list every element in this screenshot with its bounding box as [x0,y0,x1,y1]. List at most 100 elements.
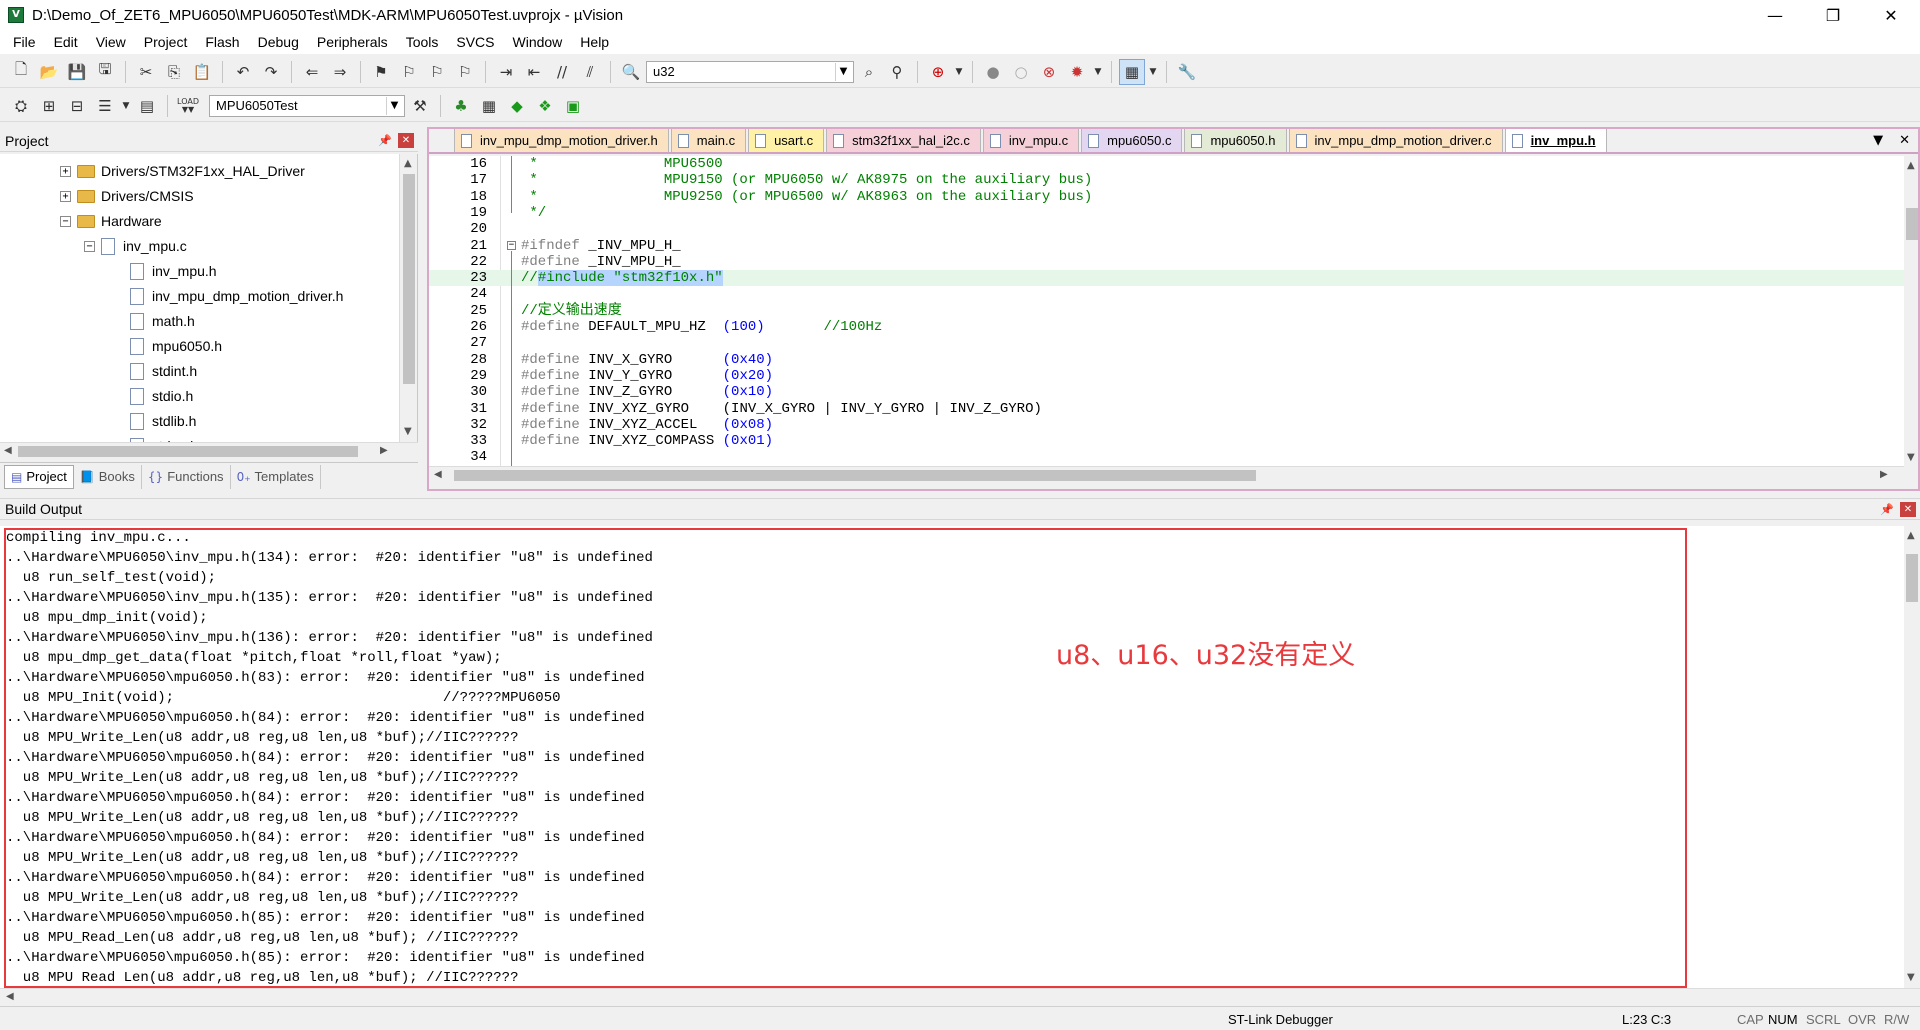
menu-peripherals[interactable]: Peripherals [308,34,397,50]
close-icon[interactable]: ✕ [1900,502,1916,517]
search-combo[interactable]: u32 ▼ [646,60,854,83]
tab-project[interactable]: ▤ Project [4,464,74,489]
incremental-find-icon[interactable]: ⚲ [884,59,910,85]
tree-item[interactable]: inv_mpu.h [130,260,217,282]
scroll-thumb[interactable] [1906,554,1918,602]
editor-tab-mpu6050-h[interactable]: mpu6050.h [1184,128,1287,152]
select-packs-icon[interactable]: ◆ [504,93,530,119]
bookmark-clear-icon[interactable]: ⚐ [452,59,478,85]
open-file-icon[interactable]: 📂 [36,59,62,85]
paste-icon[interactable]: 📋 [189,59,215,85]
scroll-up-icon[interactable]: ▲ [404,158,412,169]
menu-file[interactable]: File [4,34,45,50]
scroll-left-icon[interactable]: ◀ [4,445,12,456]
project-tree-vertical-scrollbar[interactable]: ▲ ▼ [399,154,417,442]
scroll-up-icon[interactable]: ▲ [1907,530,1915,541]
expand-icon[interactable]: + [60,190,71,202]
build-output-horizontal-scrollbar[interactable]: ◀ [0,988,1920,1004]
editor-tab-inv-mpu-dmp-motion-driver-h[interactable]: inv_mpu_dmp_motion_driver.h [454,128,669,152]
pin-icon[interactable]: 📌 [1880,503,1894,516]
breakpoint-disable-all-icon[interactable]: ⊗ [1036,59,1062,85]
chevron-down-icon[interactable]: ▼ [120,93,132,119]
unindent-icon[interactable]: ⇤ [521,59,547,85]
scroll-left-icon[interactable]: ◀ [6,991,14,1002]
editor-horizontal-scrollbar[interactable]: ◀ ▶ [428,466,1904,483]
bookmark-prev-icon[interactable]: ⚐ [396,59,422,85]
build-output-vertical-scrollbar[interactable]: ▲ ▼ [1904,526,1920,988]
restore-button[interactable]: ❐ [1804,0,1862,30]
menu-window[interactable]: Window [504,34,572,50]
chevron-down-icon[interactable]: ▼ [1147,59,1159,85]
run-time-environment-icon[interactable]: ▣ [560,93,586,119]
menu-debug[interactable]: Debug [249,34,308,50]
scroll-up-icon[interactable]: ▲ [1907,160,1915,171]
undo-icon[interactable]: ↶ [230,59,256,85]
navigate-forward-icon[interactable]: ⇒ [327,59,353,85]
tree-item[interactable]: stdio.h [130,385,193,407]
scroll-down-icon[interactable]: ▼ [404,426,412,437]
find-icon[interactable]: ⌕ [856,59,882,85]
menu-svcs[interactable]: SVCS [447,34,503,50]
scroll-thumb[interactable] [403,174,415,384]
tab-list-dropdown-icon[interactable]: ▼ [1873,133,1883,148]
scroll-thumb[interactable] [18,446,358,457]
target-options-icon[interactable]: ⚒ [407,93,433,119]
code-editor[interactable]: 16 * MPU6500 17 * MPU9150 (or MPU6050 w/ … [428,156,1904,468]
menu-project[interactable]: Project [135,34,197,50]
tree-item[interactable]: string.h [130,435,198,442]
menu-help[interactable]: Help [571,34,618,50]
pin-icon[interactable]: 📌 [378,134,392,147]
uncomment-icon[interactable]: ⫽ [577,59,603,85]
menu-edit[interactable]: Edit [45,34,87,50]
comment-icon[interactable]: // [549,59,575,85]
project-tree-horizontal-scrollbar[interactable]: ◀ ▶ [0,442,418,459]
editor-tab-inv-mpu-h[interactable]: inv_mpu.h [1504,128,1607,152]
close-tab-icon[interactable]: ✕ [1899,133,1910,148]
tree-item[interactable]: stdlib.h [130,410,196,432]
tree-item[interactable]: − inv_mpu.c [84,235,187,257]
editor-tab-mpu6050-c[interactable]: mpu6050.c [1081,128,1183,152]
save-icon[interactable]: 💾 [64,59,90,85]
scroll-down-icon[interactable]: ▼ [1907,972,1915,983]
scroll-right-icon[interactable]: ▶ [380,445,388,456]
tree-item[interactable]: math.h [130,310,195,332]
tab-books[interactable]: 📘 Books [74,464,142,489]
fold-collapse-icon[interactable]: − [507,240,516,250]
close-icon[interactable]: ✕ [398,133,414,148]
tab-functions[interactable]: {} Functions [142,464,231,489]
breakpoint-insert-icon[interactable]: ● [980,59,1006,85]
tree-item[interactable]: + Drivers/CMSIS [60,185,194,207]
download-load-icon[interactable]: LOAD ▼▼ [175,93,201,119]
bookmark-next-icon[interactable]: ⚐ [424,59,450,85]
close-button[interactable]: ✕ [1862,0,1920,30]
tree-item[interactable]: stdint.h [130,360,197,382]
chevron-down-icon[interactable]: ▼ [1092,59,1104,85]
editor-tab-stm32f1xx-hal-i2c-c[interactable]: stm32f1xx_hal_i2c.c [826,128,981,152]
editor-tab-main-c[interactable]: main.c [670,128,747,152]
target-combo[interactable]: MPU6050Test ▼ [209,94,405,117]
pack-installer-icon[interactable]: ❖ [532,93,558,119]
translate-icon[interactable]: ⛭ [8,93,34,119]
expand-icon[interactable]: + [60,165,71,177]
cut-icon[interactable]: ✂ [133,59,159,85]
editor-tab-inv-mpu-dmp-motion-driver-c[interactable]: inv_mpu_dmp_motion_driver.c [1288,128,1503,152]
window-layout-icon[interactable]: ▦ [1119,58,1145,85]
file-extensions-icon[interactable]: ♣ [448,93,474,119]
scroll-right-icon[interactable]: ▶ [1880,469,1888,480]
scroll-down-icon[interactable]: ▼ [1907,452,1915,463]
rebuild-icon[interactable]: ⊟ [64,93,90,119]
copy-icon[interactable]: ⎘ [161,59,187,85]
tree-item[interactable]: inv_mpu_dmp_motion_driver.h [130,285,343,307]
build-output-window[interactable]: compiling inv_mpu.c... ..\Hardware\MPU605… [0,526,1904,988]
manage-components-icon[interactable]: ▦ [476,93,502,119]
new-file-icon[interactable]: 🗋 [8,59,34,85]
editor-vertical-scrollbar[interactable]: ▲ ▼ [1904,156,1920,468]
debug-start-icon[interactable]: ⊕ [925,59,951,85]
scroll-left-icon[interactable]: ◀ [434,469,442,480]
collapse-icon[interactable]: − [60,215,71,227]
tree-item[interactable]: + Drivers/STM32F1xx_HAL_Driver [60,160,305,182]
tab-templates[interactable]: 0₊ Templates [231,464,321,489]
scroll-thumb[interactable] [454,470,1256,481]
breakpoint-kill-all-icon[interactable]: ✹ [1064,59,1090,85]
chevron-down-icon[interactable]: ▼ [386,96,402,115]
